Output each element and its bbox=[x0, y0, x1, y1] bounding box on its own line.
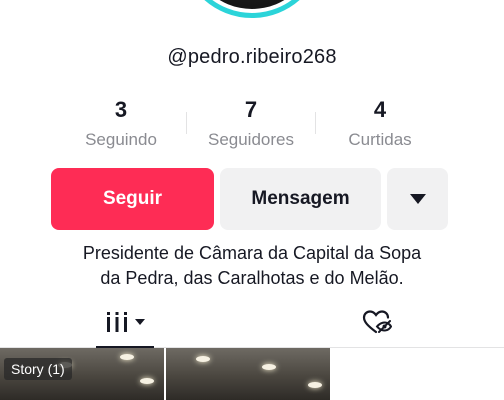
stat-divider bbox=[315, 112, 316, 134]
ceiling-light bbox=[308, 382, 322, 388]
follow-button[interactable]: Seguir bbox=[51, 168, 214, 230]
video-thumbnail[interactable]: Story (1) bbox=[0, 348, 164, 400]
likes-label: Curtidas bbox=[348, 130, 412, 149]
video-grid: Story (1) bbox=[0, 348, 504, 400]
ceiling-light bbox=[262, 364, 276, 370]
stat-following[interactable]: 3 Seguindo bbox=[56, 96, 186, 156]
stat-divider bbox=[186, 112, 187, 134]
stats-row: 3 Seguindo 7 Seguidores 4 Curtidas bbox=[0, 96, 504, 156]
avatar[interactable] bbox=[180, 0, 324, 18]
tab-liked[interactable] bbox=[350, 298, 404, 346]
bio-line: Presidente de Câmara da Capital da Sopa bbox=[82, 243, 422, 263]
tab-dropdown-icon bbox=[135, 319, 145, 325]
following-label: Seguindo bbox=[85, 130, 157, 149]
username: @pedro.ribeiro268 bbox=[167, 46, 337, 68]
message-button[interactable]: Mensagem bbox=[220, 168, 381, 230]
story-badge: Story (1) bbox=[4, 358, 72, 380]
ceiling-light bbox=[196, 356, 210, 362]
bio-line: da Pedra, das Caralhotas e do Melão. bbox=[100, 268, 404, 288]
followers-count: 7 bbox=[244, 97, 258, 122]
caret-down-icon bbox=[409, 194, 426, 204]
more-options-button[interactable] bbox=[387, 168, 448, 230]
video-thumbnail[interactable] bbox=[166, 348, 330, 400]
tab-videos[interactable] bbox=[96, 298, 154, 348]
stat-followers[interactable]: 7 Seguidores bbox=[186, 96, 316, 156]
profile-tabs bbox=[0, 298, 504, 348]
bio: Presidente de Câmara da Capital da Sopa … bbox=[0, 241, 504, 291]
followers-label: Seguidores bbox=[207, 130, 294, 149]
stat-likes[interactable]: 4 Curtidas bbox=[315, 96, 445, 156]
following-count: 3 bbox=[114, 97, 128, 122]
hidden-heart-icon bbox=[362, 310, 392, 334]
avatar-image bbox=[189, 0, 315, 9]
ceiling-light bbox=[120, 354, 134, 360]
grid-bars-icon bbox=[107, 312, 127, 332]
ceiling-light bbox=[140, 378, 154, 384]
likes-count: 4 bbox=[373, 97, 387, 122]
